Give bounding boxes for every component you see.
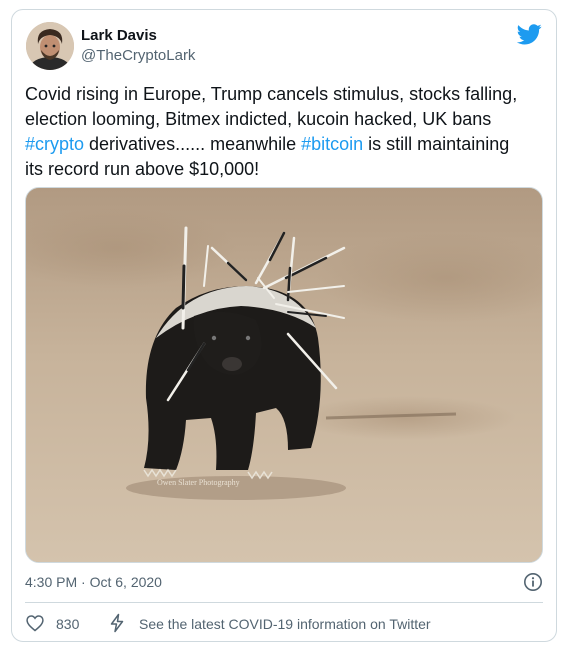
author-handle[interactable]: @TheCryptoLark <box>81 46 195 65</box>
twitter-bird-icon[interactable] <box>516 24 542 45</box>
tweet-line: Covid rising in Europe, Trump cancels st… <box>25 82 545 107</box>
tweet-line: its record run above $10,000! <box>25 157 545 182</box>
like-count: 830 <box>56 616 80 632</box>
tweet-header: Lark Davis @TheCryptoLark <box>25 21 543 71</box>
covid-info-text: See the latest COVID-19 information on T… <box>139 616 431 632</box>
covid-info-link[interactable]: See the latest COVID-19 information on T… <box>108 613 431 635</box>
hashtag-bitcoin-link[interactable]: #bitcoin <box>301 134 363 154</box>
tweet-text: Covid rising in Europe, Trump cancels st… <box>25 82 545 182</box>
tweet-text-segment: derivatives...... meanwhile <box>84 134 302 154</box>
info-icon[interactable] <box>523 572 543 592</box>
tweet-photo[interactable]: Owen Slater Photography <box>25 187 543 563</box>
tweet-text-segment: is still maintaining <box>363 134 510 154</box>
heart-icon <box>25 613 45 636</box>
tweet-line: election looming, Bitmex indicted, kucoi… <box>25 107 545 132</box>
author-display-name[interactable]: Lark Davis <box>81 26 195 45</box>
tweet-text-segment: election looming, Bitmex indicted, kucoi… <box>25 109 492 129</box>
tweet-text-segment: its record run above $10,000! <box>25 159 260 179</box>
author-names[interactable]: Lark Davis @TheCryptoLark <box>81 26 195 65</box>
tweet-timestamp[interactable]: 4:30 PM · Oct 6, 2020 <box>25 573 162 591</box>
tweet-text-segment: Covid rising in Europe, Trump cancels st… <box>25 84 518 104</box>
tweet-actions: 830 See the latest COVID-19 information … <box>25 613 543 635</box>
tweet-card[interactable]: Lark Davis @TheCryptoLark Covid rising i… <box>11 9 557 642</box>
like-button[interactable]: 830 <box>25 613 79 635</box>
photo-watermark: Owen Slater Photography <box>157 478 240 487</box>
hashtag-crypto-link[interactable]: #crypto <box>25 134 84 154</box>
avatar[interactable] <box>26 22 74 70</box>
lightning-icon <box>108 613 126 636</box>
tweet-line: #crypto derivatives...... meanwhile #bit… <box>25 132 545 157</box>
divider <box>25 602 543 603</box>
